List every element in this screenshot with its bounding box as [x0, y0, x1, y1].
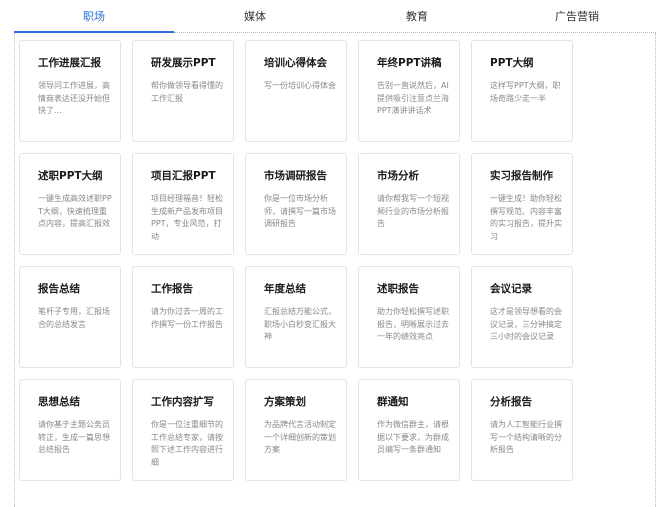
tab-media[interactable]: 媒体 — [174, 0, 336, 33]
template-card-description: 这才是领导想看的会议记录，三分钟搞定三小时的会议记录 — [490, 307, 562, 341]
template-card-title: 工作进展汇报 — [38, 57, 101, 69]
template-card-description: 汇报总结万能公式，职场小白秒变汇报大神 — [264, 307, 336, 341]
template-card[interactable]: 市场分析请你帮我写一个短视频行业的市场分析报告 — [358, 153, 460, 255]
template-card[interactable]: 工作报告请为你过去一周的工作撰写一份工作报告 — [132, 266, 234, 368]
template-card[interactable]: 实习报告制作一键生成！助你轻松撰写规范、内容丰富的实习报告，提升实习 — [471, 153, 573, 255]
template-card[interactable]: 年度总结汇报总结万能公式，职场小白秒变汇报大神 — [245, 266, 347, 368]
template-card-description: 笔杆子专用，汇报场合的总结发言 — [38, 307, 110, 329]
template-card-title: 述职报告 — [377, 283, 419, 295]
tabs-divider — [174, 32, 656, 33]
template-card-title: 工作内容扩写 — [151, 396, 214, 408]
template-card[interactable]: 会议记录这才是领导想看的会议记录，三分钟搞定三小时的会议记录 — [471, 266, 573, 368]
template-card[interactable]: 项目汇报PPT 项目经理福音！轻松生成新产品发布项目PPT，专业风范，打动 — [132, 153, 234, 255]
template-card-title: 项目汇报PPT — [151, 170, 216, 182]
template-card-description: 你是一位市场分析师，请撰写一篇市场调研报告 — [264, 194, 336, 228]
tab-advertising-marketing[interactable]: 广告营销 — [498, 0, 656, 33]
template-card-title: 研发展示PPT — [151, 57, 216, 69]
template-card[interactable]: 年终PPT讲稿告别一直说然后，AI提供吸引注意点兰海PPT演讲讲话术 — [358, 40, 460, 142]
content-border-left — [14, 33, 15, 507]
template-card[interactable]: 群通知作为微信群主，请根据以下要求，为群成员编写一条群通知 — [358, 379, 460, 481]
active-tab-indicator — [14, 31, 174, 33]
template-card-title: 会议记录 — [490, 283, 532, 295]
template-card[interactable]: 分析报告请为人工智能行业撰写一个结构清晰的分析报告 — [471, 379, 573, 481]
template-card-description: 请为人工智能行业撰写一个结构清晰的分析报告 — [490, 420, 562, 454]
template-card-title: 方案策划 — [264, 396, 306, 408]
template-card-description: 一键生成高效述职PPT大纲，快速梳理重点内容，提高汇报效 — [38, 194, 112, 228]
template-card-grid: 工作进展汇报领导问工作进展，高情商表达还没开始但快了... 研发展示PPT 帮你做领… — [19, 40, 573, 481]
template-card[interactable]: 述职报告助力你轻松撰写述职报告，明晰展示过去一年的绩效亮点 — [358, 266, 460, 368]
template-card[interactable]: 市场调研报告你是一位市场分析师，请撰写一篇市场调研报告 — [245, 153, 347, 255]
template-card-description: 为品牌代言活动制定一个详细创新的策划方案 — [264, 420, 336, 454]
template-card-description: 一键生成！助你轻松撰写规范、内容丰富的实习报告，提升实习 — [490, 194, 562, 241]
content-border-right — [655, 33, 656, 507]
template-card-description: 助力你轻松撰写述职报告，明晰展示过去一年的绩效亮点 — [377, 307, 449, 341]
template-card-title: 市场分析 — [377, 170, 419, 182]
template-card[interactable]: 述职PPT大纲一键生成高效述职PPT大纲，快速梳理重点内容，提高汇报效 — [19, 153, 121, 255]
template-card-description: 请你基于主题公务员转正，生成一篇思想总结报告 — [38, 420, 110, 454]
template-card-title: 年度总结 — [264, 283, 306, 295]
template-card-description: 请你帮我写一个短视频行业的市场分析报告 — [377, 194, 449, 228]
template-card-title: 培训心得体会 — [264, 57, 327, 69]
template-card-description: 请为你过去一周的工作撰写一份工作报告 — [151, 307, 223, 329]
template-card-title: 实习报告制作 — [490, 170, 553, 182]
template-card[interactable]: 思想总结请你基于主题公务员转正，生成一篇思想总结报告 — [19, 379, 121, 481]
template-card-title: 分析报告 — [490, 396, 532, 408]
tab-workplace[interactable]: 职场 — [14, 0, 174, 33]
template-card-description: 写一份培训心得体会 — [264, 81, 336, 90]
template-card[interactable]: 培训心得体会 写一份培训心得体会 — [245, 40, 347, 142]
template-card-description: 这样写PPT大纲，职场奇路少走一半 — [490, 81, 561, 103]
template-card-title: 年终PPT讲稿 — [377, 57, 442, 69]
template-card[interactable]: 研发展示PPT 帮你做领导看得懂的工作汇报 — [132, 40, 234, 142]
template-card-description: 你是一位注重细节的工作总结专家，请按照下述工作内容进行细 — [151, 420, 223, 467]
template-card-title: 工作报告 — [151, 283, 193, 295]
template-card[interactable]: 工作进展汇报领导问工作进展，高情商表达还没开始但快了... — [19, 40, 121, 142]
template-card-title: PPT大纲 — [490, 57, 534, 69]
template-card-description: 帮你做领导看得懂的工作汇报 — [151, 81, 223, 103]
tab-education[interactable]: 教育 — [336, 0, 498, 33]
template-card[interactable]: 报告总结笔杆子专用，汇报场合的总结发言 — [19, 266, 121, 368]
template-card[interactable]: PPT大纲这样写PPT大纲，职场奇路少走一半 — [471, 40, 573, 142]
template-card-description: 领导问工作进展，高情商表达还没开始但快了... — [38, 81, 110, 115]
template-card-title: 述职PPT大纲 — [38, 170, 103, 182]
template-card[interactable]: 方案策划为品牌代言活动制定一个详细创新的策划方案 — [245, 379, 347, 481]
template-card-title: 市场调研报告 — [264, 170, 327, 182]
template-card-title: 群通知 — [377, 396, 409, 408]
template-card-title: 思想总结 — [38, 396, 80, 408]
template-card-description: 告别一直说然后，AI提供吸引注意点兰海PPT演讲讲话术 — [377, 81, 449, 115]
template-card-description: 项目经理福音！轻松生成新产品发布项目PPT，专业风范，打动 — [151, 194, 223, 241]
category-tabs: 职场 媒体 教育 广告营销 — [0, 0, 656, 33]
template-card[interactable]: 工作内容扩写你是一位注重细节的工作总结专家，请按照下述工作内容进行细 — [132, 379, 234, 481]
template-card-description: 作为微信群主，请根据以下要求，为群成员编写一条群通知 — [377, 420, 449, 454]
template-card-title: 报告总结 — [38, 283, 80, 295]
